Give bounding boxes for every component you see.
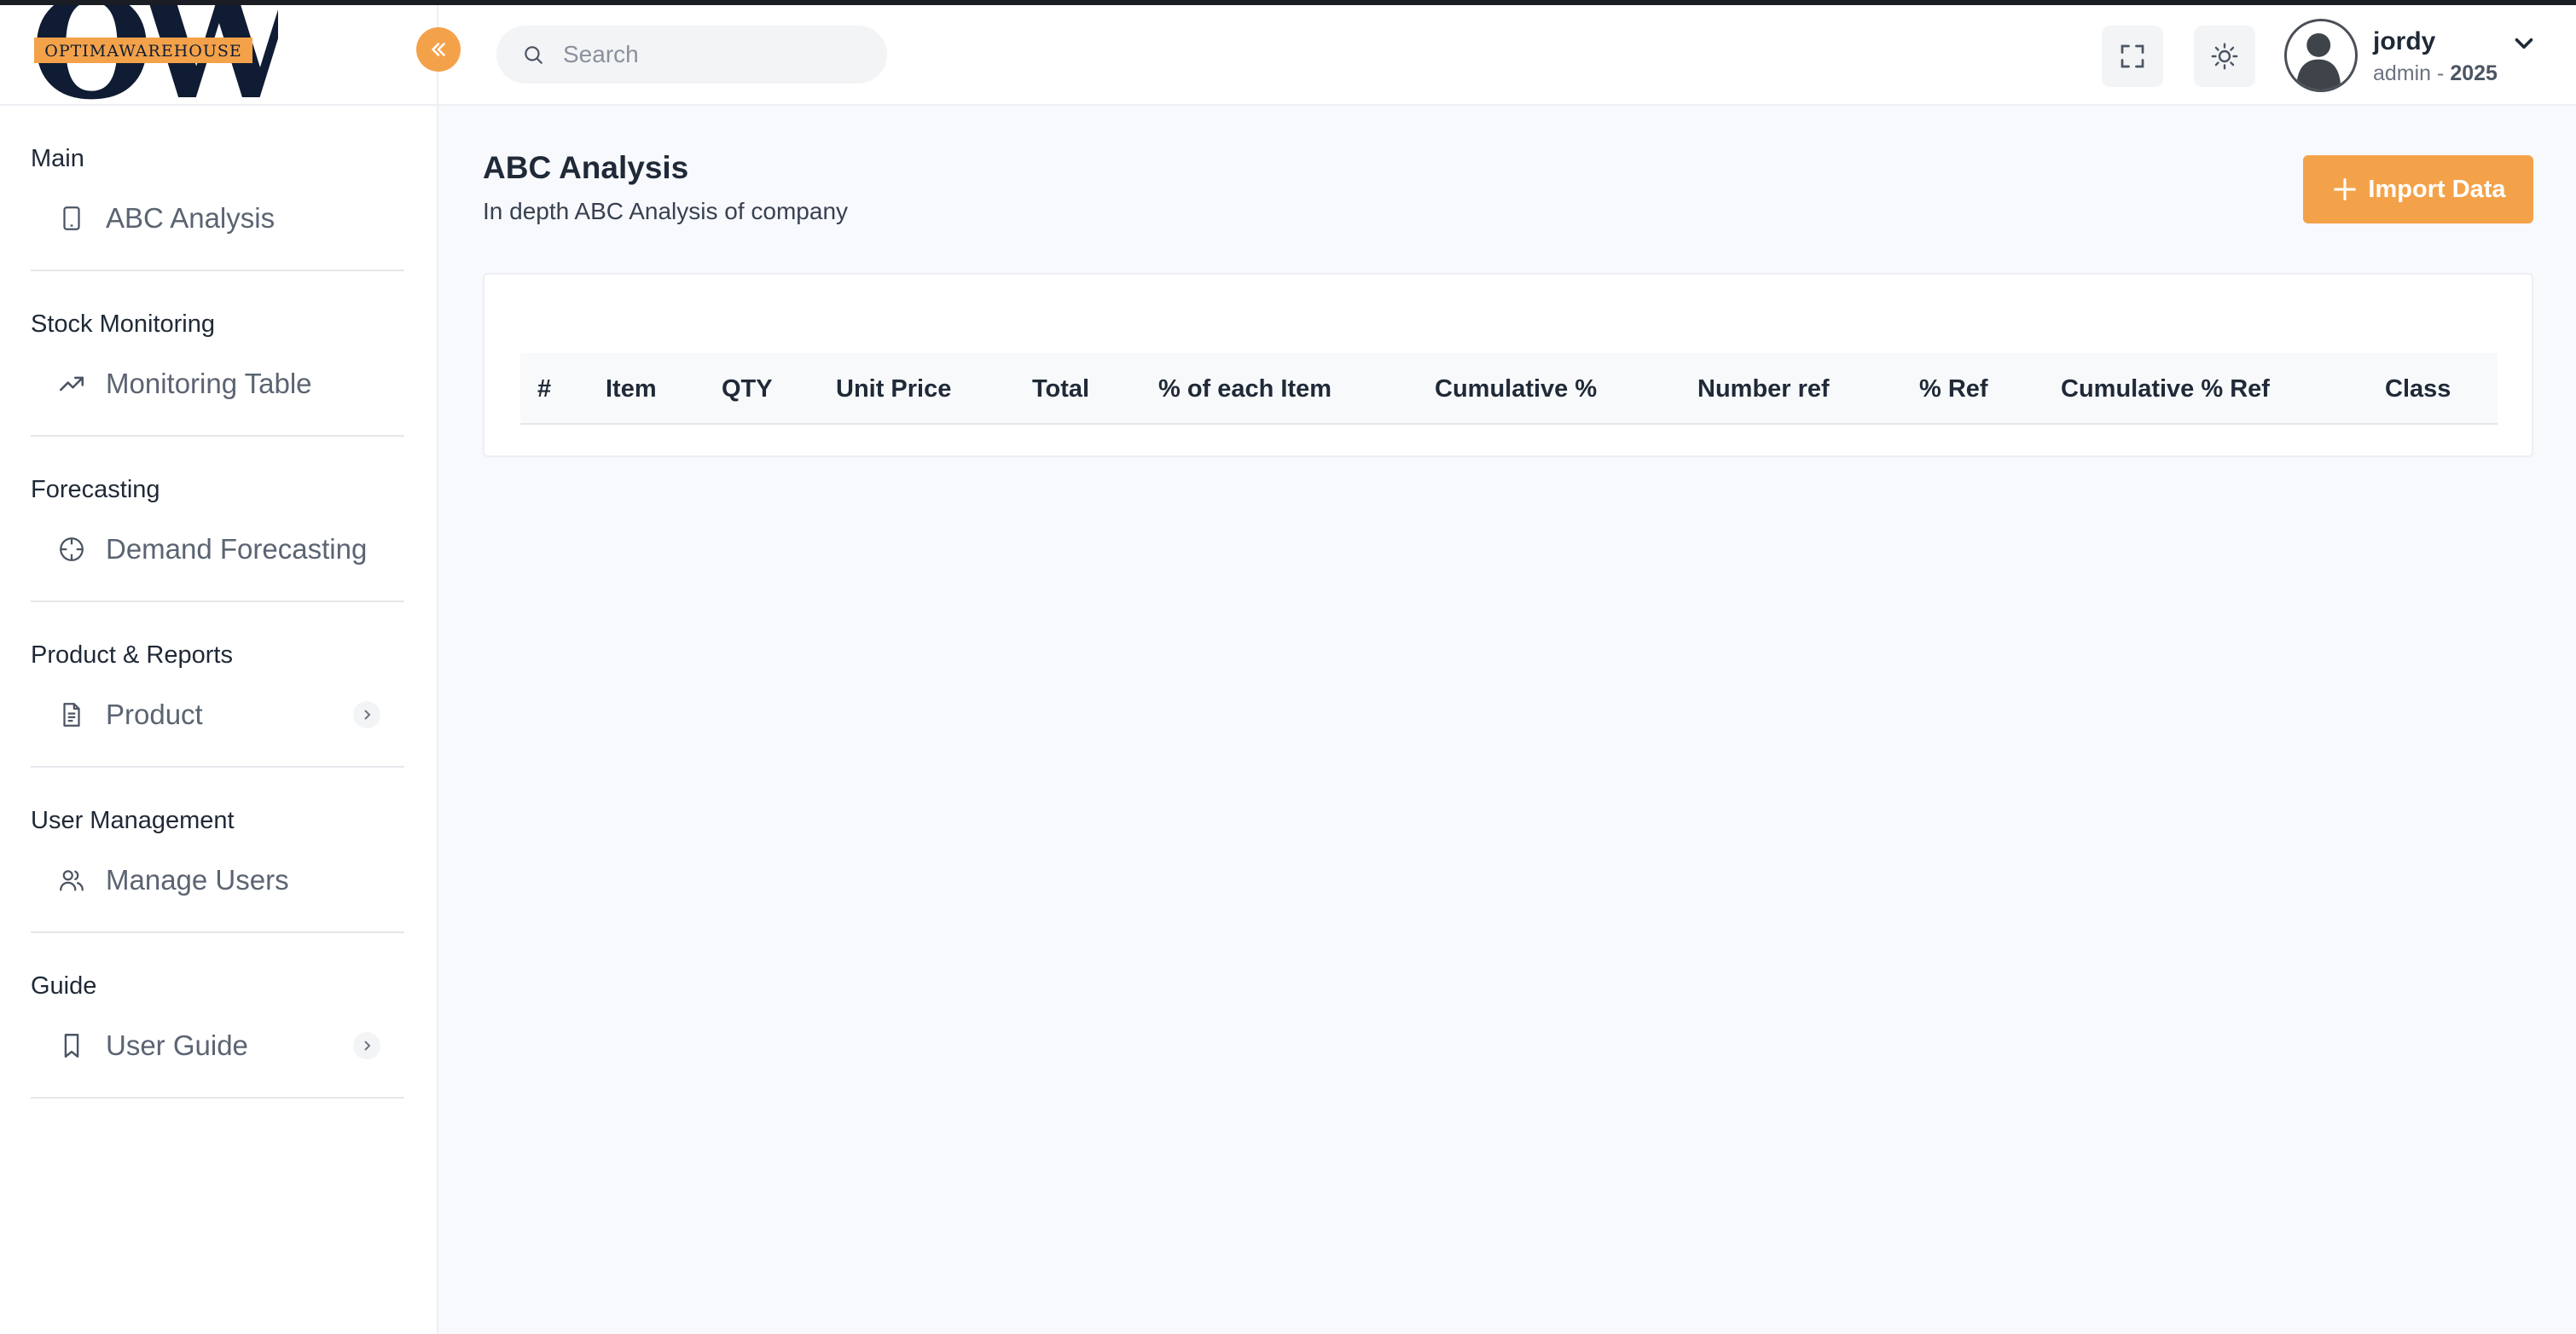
document-icon bbox=[55, 698, 89, 732]
sidebar-collapse-button[interactable] bbox=[416, 27, 461, 72]
sidebar-item-demand-forecasting[interactable]: Demand Forecasting bbox=[31, 519, 404, 580]
sun-icon bbox=[2211, 43, 2238, 70]
user-silhouette-icon bbox=[2296, 32, 2341, 90]
nav-section-title: Stock Monitoring bbox=[31, 310, 215, 338]
user-role: admin - 2025 bbox=[2373, 61, 2498, 85]
page-title: ABC Analysis bbox=[483, 150, 689, 185]
nav-section-title: Guide bbox=[31, 972, 97, 1000]
sidebar-item-manage-users[interactable]: Manage Users bbox=[31, 850, 404, 911]
sidebar-item-label: ABC Analysis bbox=[106, 202, 276, 234]
search-icon bbox=[525, 46, 542, 64]
sidebar-item-product[interactable]: Product bbox=[31, 684, 404, 745]
table-header-row: # Item QTY Unit Price Total % of each It… bbox=[520, 353, 2498, 425]
search-input[interactable] bbox=[563, 41, 870, 68]
user-year: 2025 bbox=[2450, 61, 2498, 85]
top-header: jordy admin - 2025 bbox=[438, 5, 2576, 106]
fullscreen-button[interactable] bbox=[2102, 26, 2163, 87]
column-header-qty[interactable]: QTY bbox=[722, 353, 773, 425]
nav-section-stock-monitoring: Stock Monitoring Monitoring Table bbox=[31, 271, 404, 437]
theme-toggle-button[interactable] bbox=[2194, 26, 2255, 87]
sidebar-item-monitoring-table[interactable]: Monitoring Table bbox=[31, 353, 404, 415]
search-box[interactable] bbox=[496, 26, 887, 84]
bookmark-icon bbox=[55, 1029, 89, 1063]
nav-section-main: Main ABC Analysis bbox=[31, 106, 404, 271]
column-header-item[interactable]: Item bbox=[606, 353, 657, 425]
nav-section-product-reports: Product & Reports Product bbox=[31, 602, 404, 768]
sidebar-item-label: Demand Forecasting bbox=[106, 533, 368, 565]
nav-section-user-management: User Management Manage Users bbox=[31, 768, 404, 933]
sidebar-item-label: Manage Users bbox=[106, 864, 289, 896]
chevron-down-icon[interactable] bbox=[2509, 29, 2538, 58]
column-header-total[interactable]: Total bbox=[1032, 353, 1089, 425]
abc-table-card: # Item QTY Unit Price Total % of each It… bbox=[483, 273, 2533, 457]
sidebar-nav: Main ABC Analysis Stock Monitoring Monit… bbox=[31, 106, 404, 1099]
nav-section-forecasting: Forecasting Demand Forecasting bbox=[31, 437, 404, 602]
logo-area: OW OPTIMAWAREHOUSE bbox=[0, 5, 438, 106]
sidebar-item-abc-analysis[interactable]: ABC Analysis bbox=[31, 188, 404, 249]
user-name[interactable]: jordy bbox=[2373, 27, 2435, 56]
chevron-right-icon[interactable] bbox=[353, 701, 380, 728]
import-data-button[interactable]: Import Data bbox=[2303, 155, 2533, 223]
nav-section-guide: Guide User Guide bbox=[31, 933, 404, 1099]
plus-icon bbox=[2334, 178, 2357, 200]
column-header-cumulative-percent[interactable]: Cumulative % bbox=[1435, 353, 1597, 425]
page-subtitle: In depth ABC Analysis of company bbox=[483, 198, 849, 224]
trending-up-icon bbox=[55, 367, 89, 401]
sidebar-item-label: User Guide bbox=[106, 1030, 248, 1061]
sidebar-item-user-guide[interactable]: User Guide bbox=[31, 1015, 404, 1076]
users-icon bbox=[55, 863, 89, 897]
import-data-label: Import Data bbox=[2368, 175, 2506, 203]
column-header-number-ref[interactable]: Number ref bbox=[1697, 353, 1830, 425]
sidebar-item-label: Monitoring Table bbox=[106, 368, 312, 399]
logo-text: OPTIMAWAREHOUSE bbox=[44, 42, 241, 61]
tablet-icon bbox=[55, 201, 89, 235]
sidebar-item-label: Product bbox=[106, 699, 203, 730]
fullscreen-icon bbox=[2121, 44, 2144, 68]
column-header-index[interactable]: # bbox=[537, 353, 551, 425]
column-header-unit-price[interactable]: Unit Price bbox=[836, 353, 951, 425]
chevron-right-icon[interactable] bbox=[353, 1032, 380, 1059]
nav-section-title: Forecasting bbox=[31, 476, 160, 503]
optimawarehouse-logo[interactable]: OW OPTIMAWAREHOUSE bbox=[31, 5, 278, 106]
nav-section-title: User Management bbox=[31, 807, 235, 834]
avatar[interactable] bbox=[2284, 19, 2358, 92]
nav-section-title: Product & Reports bbox=[31, 641, 233, 669]
column-header-percent-ref[interactable]: % Ref bbox=[1919, 353, 1988, 425]
crosshair-icon bbox=[55, 532, 89, 566]
nav-section-title: Main bbox=[31, 145, 84, 172]
column-header-percent-each-item[interactable]: % of each Item bbox=[1158, 353, 1332, 425]
double-chevron-left-icon bbox=[432, 43, 445, 56]
column-header-class[interactable]: Class bbox=[2385, 353, 2451, 425]
sidebar: OW OPTIMAWAREHOUSE Main ABC Analysis Sto… bbox=[0, 5, 438, 1334]
column-header-cumulative-percent-ref[interactable]: Cumulative % Ref bbox=[2061, 353, 2270, 425]
